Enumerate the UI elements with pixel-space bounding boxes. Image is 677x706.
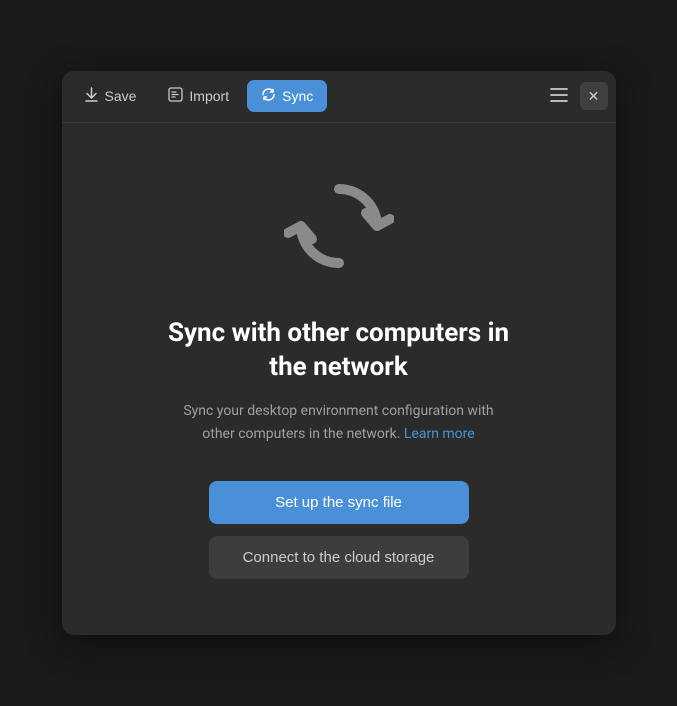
- save-button[interactable]: Save: [70, 80, 151, 112]
- import-label: Import: [189, 88, 229, 104]
- sync-illustration: [284, 171, 394, 285]
- page-title: Sync with other computers in the network: [159, 317, 519, 385]
- content-area: Sync with other computers in the network…: [62, 123, 616, 635]
- save-label: Save: [105, 88, 137, 104]
- import-icon: [168, 87, 183, 105]
- setup-sync-file-button[interactable]: Set up the sync file: [209, 481, 469, 524]
- close-icon: ✕: [588, 88, 600, 105]
- import-button[interactable]: Import: [154, 80, 243, 112]
- sync-button[interactable]: Sync: [247, 80, 327, 112]
- learn-more-link[interactable]: Learn more: [404, 426, 475, 442]
- save-icon: [84, 87, 99, 105]
- toolbar: Save Import Sync: [62, 71, 616, 123]
- menu-icon: [550, 86, 568, 107]
- sync-label: Sync: [282, 88, 313, 104]
- sync-icon: [261, 87, 276, 105]
- connect-cloud-storage-button[interactable]: Connect to the cloud storage: [209, 536, 469, 579]
- main-window: Save Import Sync: [62, 71, 616, 635]
- close-button[interactable]: ✕: [580, 82, 608, 110]
- menu-button[interactable]: [542, 79, 576, 113]
- description-text: Sync your desktop environment configurat…: [169, 400, 509, 445]
